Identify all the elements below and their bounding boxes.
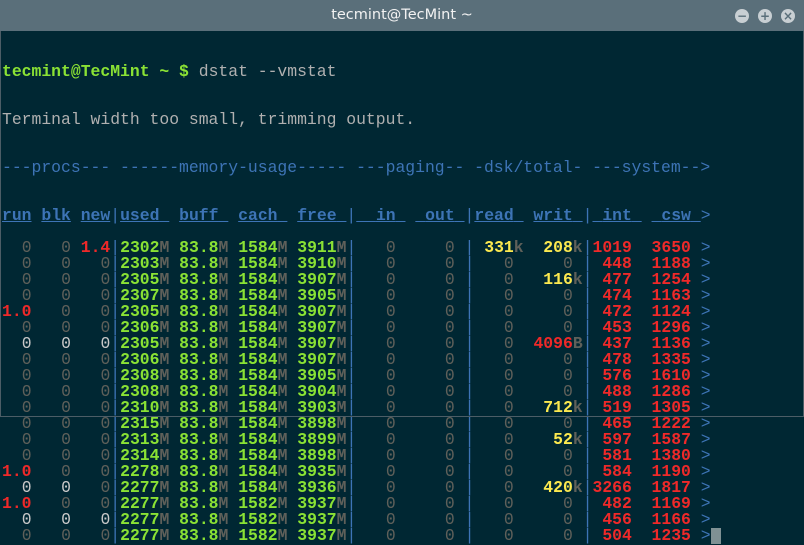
memory-unit: M — [336, 526, 347, 545]
column-separator — [642, 206, 652, 225]
close-button[interactable]: × — [781, 9, 795, 23]
column-separator: | — [110, 526, 121, 545]
command-text: dstat --vmstat — [198, 62, 337, 81]
column-header-csw: csw — [652, 206, 701, 225]
more-columns-indicator: > — [700, 206, 711, 225]
column-header-free: free — [297, 206, 346, 225]
column-label: free — [297, 206, 337, 225]
memory-used-value: 2277 — [120, 526, 160, 545]
column-header-blk: blk — [41, 206, 71, 225]
column-label: buff — [179, 206, 219, 225]
data-row: 0 0 0|2277M 83.8M 1582M 3937M| 0 0 | 0 0… — [2, 526, 802, 545]
column-separator: | — [582, 206, 593, 225]
column-separator: | — [582, 526, 593, 545]
column-separator: | — [464, 526, 475, 545]
window-title: tecmint@TecMint ~ — [331, 7, 473, 23]
prompt-path: ~ $ — [149, 62, 199, 81]
memory-cach-value: 1582 — [238, 526, 278, 545]
disk-read-value: 0 — [503, 526, 514, 545]
column-separator — [405, 206, 415, 225]
column-separator — [169, 206, 179, 225]
memory-buff-value: 83.8 — [179, 526, 219, 545]
memory-unit: M — [159, 526, 170, 545]
column-header-writ: writ — [533, 206, 582, 225]
procs-blk-value: 0 — [61, 526, 71, 545]
terminal-output[interactable]: tecmint@TecMint ~ $ dstat --vmstat Termi… — [2, 32, 802, 544]
column-header-int: int — [592, 206, 641, 225]
more-columns-indicator: > — [700, 526, 711, 545]
command-line: tecmint@TecMint ~ $ dstat --vmstat — [2, 62, 802, 81]
column-separator: | — [464, 206, 475, 225]
disk-unit: k — [572, 478, 583, 497]
column-header: run blk new|used buff cach free | in out… — [2, 206, 802, 225]
minimize-button[interactable]: − — [735, 9, 749, 23]
column-header-new: new — [81, 206, 111, 225]
column-label: csw — [661, 206, 691, 225]
column-separator: | — [110, 206, 121, 225]
disk-writ-value: 0 — [562, 526, 573, 545]
memory-unit: M — [218, 526, 229, 545]
column-label: read — [474, 206, 514, 225]
column-header-out: out — [415, 206, 464, 225]
column-label: new — [80, 206, 111, 225]
column-label: in — [375, 206, 396, 225]
column-separator — [71, 206, 81, 225]
paging-in-value: 0 — [385, 526, 396, 545]
disk-unit: k — [572, 430, 583, 449]
column-label: used — [120, 206, 160, 225]
system-csw-value: 1235 — [651, 526, 691, 545]
column-separator — [287, 206, 297, 225]
column-separator: | — [346, 526, 357, 545]
column-header-cach: cach — [238, 206, 287, 225]
paging-out-value: 0 — [444, 526, 455, 545]
column-label: blk — [41, 206, 71, 225]
warning-line: Terminal width too small, trimming outpu… — [2, 110, 416, 129]
column-separator — [228, 206, 238, 225]
group-header: ---procs--- ------memory-usage----- ---p… — [2, 158, 711, 177]
column-label: out — [425, 206, 455, 225]
column-label: run — [2, 206, 32, 225]
procs-run-value: 0 — [21, 526, 32, 545]
column-header-run: run — [2, 206, 32, 225]
column-separator — [32, 206, 42, 225]
column-label: int — [602, 206, 632, 225]
column-label: writ — [533, 206, 573, 225]
procs-new-value: 0 — [100, 526, 111, 545]
prompt-user-host: tecmint@TecMint — [2, 62, 150, 81]
column-header-used: used — [120, 206, 169, 225]
memory-free-value: 3937 — [297, 526, 337, 545]
column-label: cach — [238, 206, 278, 225]
column-separator: | — [346, 206, 357, 225]
memory-unit: M — [277, 526, 288, 545]
column-header-in: in — [356, 206, 405, 225]
maximize-button[interactable]: + — [758, 9, 772, 23]
title-bar: tecmint@TecMint ~ − + × — [0, 0, 804, 31]
system-int-value: 504 — [602, 526, 632, 545]
column-header-buff: buff — [179, 206, 228, 225]
column-header-read: read — [474, 206, 523, 225]
terminal-cursor — [710, 528, 721, 544]
column-separator — [524, 206, 534, 225]
